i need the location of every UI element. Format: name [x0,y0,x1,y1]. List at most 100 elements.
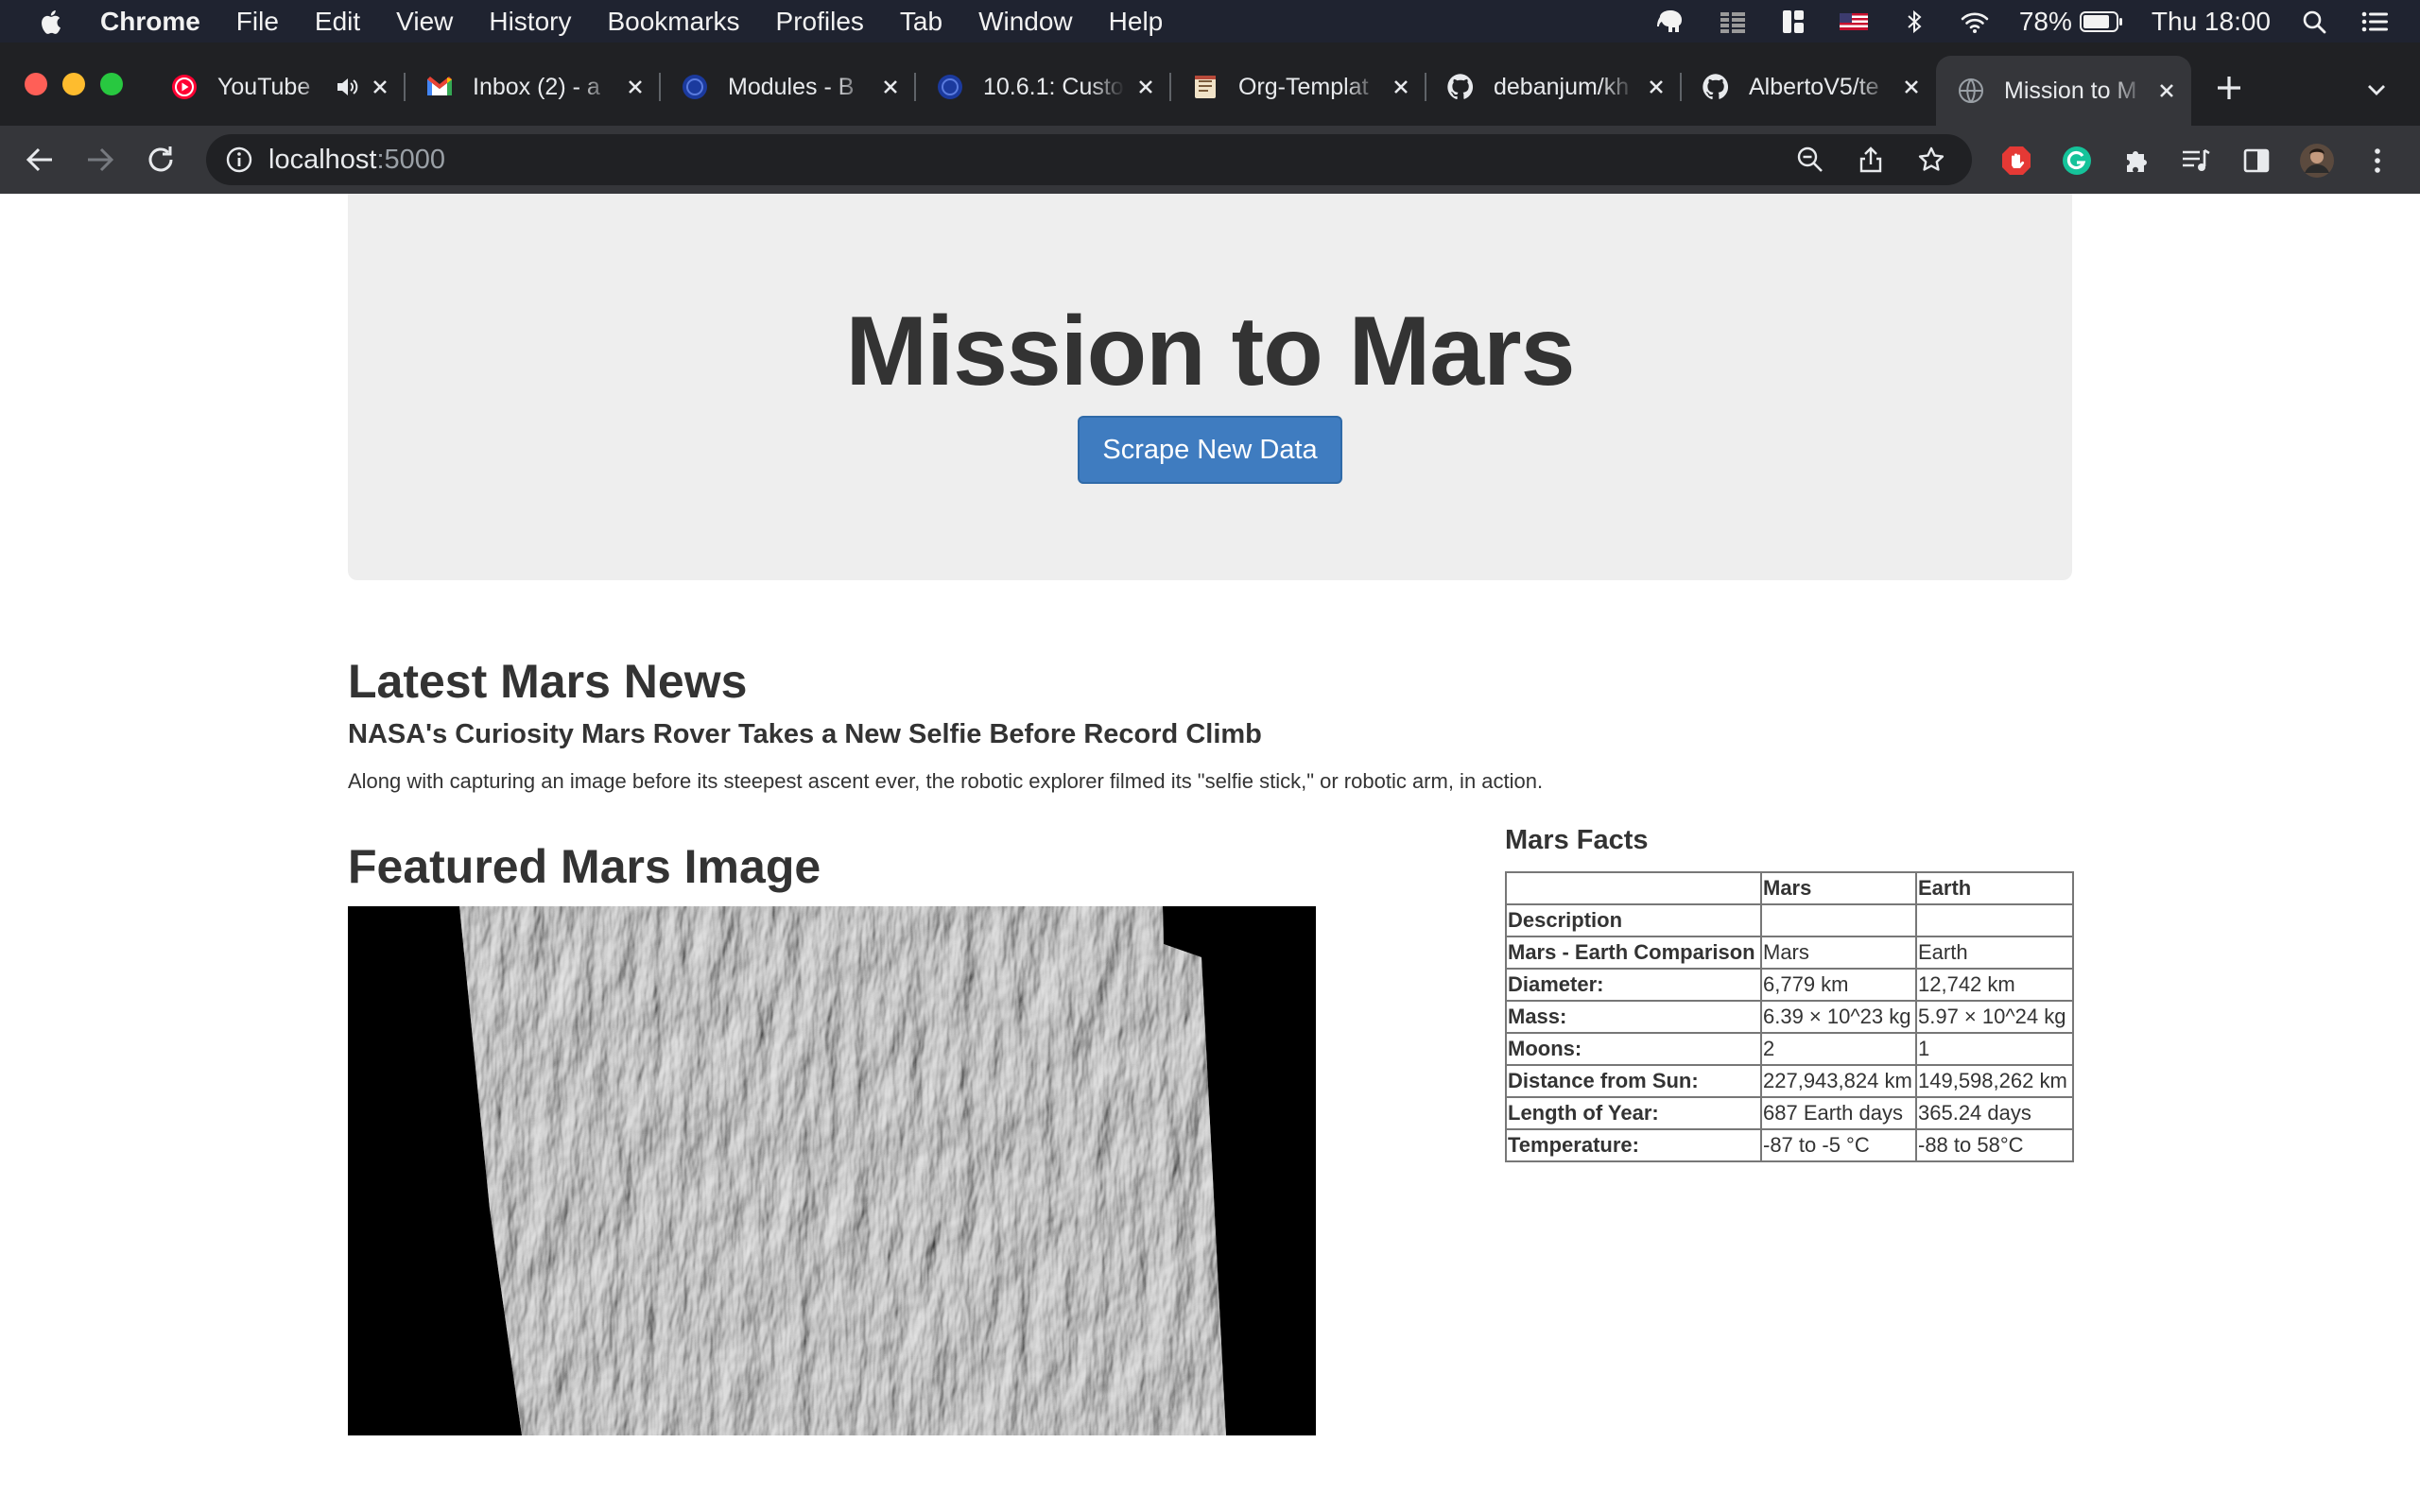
wifi-icon[interactable] [1959,9,1991,34]
table-row: Mars - Earth Comparison Mars Earth [1505,936,2074,970]
menu-tab[interactable]: Tab [900,7,942,37]
forward-button[interactable] [83,143,117,177]
adblock-extension[interactable] [1998,143,2034,179]
side-panel-icon [2243,148,2270,173]
back-button[interactable] [23,143,57,177]
menu-bookmarks[interactable]: Bookmarks [607,7,739,37]
url-text[interactable]: localhost:5000 [268,145,445,176]
table-cell: 6,779 km [1760,968,1917,1002]
close-icon[interactable] [1388,74,1414,100]
chrome-menu-button[interactable] [2360,143,2395,179]
table-cell: 227,943,824 km [1760,1064,1917,1098]
window-close-button[interactable] [25,73,47,95]
window-minimize-button[interactable] [62,73,85,95]
github-icon [1702,73,1730,101]
tab-github-albertov5[interactable]: AlbertoV5/te [1681,60,1936,114]
more-vertical-icon [2375,148,2380,173]
close-icon[interactable] [877,74,904,100]
tab-search-button[interactable] [2360,73,2394,107]
tab-mission-to-mars[interactable]: Mission to M [1936,56,2191,126]
close-icon[interactable] [1643,74,1669,100]
puzzle-icon [2127,151,2147,172]
featured-mars-image [348,906,1316,1435]
scrape-button[interactable]: Scrape New Data [1078,416,1342,484]
menu-view[interactable]: View [396,7,453,37]
tab-modules[interactable]: Modules - B [660,60,916,114]
info-icon[interactable] [225,146,253,174]
web-page: Mission to Mars Scrape New Data Latest M… [0,194,2420,1512]
document-icon [1191,73,1219,101]
battery-icon [2079,10,2122,32]
window-zoom-button[interactable] [100,73,123,95]
table-cell: 6.39 × 10^23 kg [1760,1000,1917,1034]
menu-file[interactable]: File [236,7,279,37]
zoom-icon[interactable] [1796,146,1824,174]
menu-edit[interactable]: Edit [315,7,360,37]
tab-custom[interactable]: 10.6.1: Custo [915,60,1171,114]
macos-menu-bar: Chrome File Edit View History Bookmarks … [0,0,2420,43]
share-icon[interactable] [1857,146,1885,174]
tab-title: debanjum/kh [1494,73,1630,100]
tab-youtube[interactable]: YouTube [149,60,406,114]
table-cell: 687 Earth days [1760,1096,1917,1130]
tab-title: Modules - B [728,73,855,100]
arrow-left-icon [26,147,52,172]
table-header-cell: Earth [1915,871,2074,905]
close-icon[interactable] [1898,74,1925,100]
us-flag-icon[interactable] [1838,9,1870,34]
speaker-icon[interactable] [335,75,359,99]
table-header-row: Mars Earth [1505,871,2074,905]
control-center-icon[interactable] [2360,9,2392,34]
tab-gmail[interactable]: Inbox (2) - a [405,60,661,114]
reload-button[interactable] [144,143,178,177]
menu-window[interactable]: Window [978,7,1073,37]
window-layout-icon[interactable] [1777,9,1809,34]
battery-status[interactable]: 78% [2019,7,2123,37]
table-cell: -87 to -5 °C [1760,1128,1917,1162]
news-title: NASA's Curiosity Mars Rover Takes a New … [348,719,1262,749]
clock[interactable]: Thu 18:00 [2152,7,2271,37]
table-row: Distance from Sun: 227,943,824 km 149,59… [1505,1064,2074,1098]
table-row: Mass: 6.39 × 10^23 kg 5.97 × 10^24 kg [1505,1000,2074,1034]
news-heading: Latest Mars News [348,655,748,708]
table-row: Temperature: -87 to -5 °C -88 to 58°C [1505,1128,2074,1162]
side-panel-button[interactable] [2238,143,2274,179]
bookmark-star-icon[interactable] [1917,146,1945,174]
close-icon[interactable] [622,74,648,100]
close-icon[interactable] [367,74,393,100]
new-tab-button[interactable] [2212,71,2246,105]
table-row: Length of Year: 687 Earth days 365.24 da… [1505,1096,2074,1130]
mars-facts-heading: Mars Facts [1505,825,1649,855]
address-bar[interactable]: localhost:5000 [206,134,1972,185]
tab-title: 10.6.1: Custo [983,73,1124,100]
close-icon[interactable] [1132,74,1159,100]
news-paragraph: Along with capturing an image before its… [348,769,1544,793]
table-cell: 1 [1915,1032,2074,1066]
menu-chrome[interactable]: Chrome [100,7,200,37]
avatar [2300,144,2334,178]
menu-profiles[interactable]: Profiles [776,7,864,37]
table-row-label: Mars - Earth Comparison [1505,936,1762,970]
media-control-button[interactable] [2178,143,2214,179]
extensions-button[interactable] [2119,143,2155,179]
tab-title: AlbertoV5/te [1749,73,1879,100]
apple-logo-icon[interactable] [38,8,66,36]
bluetooth-icon[interactable] [1898,9,1930,34]
playlist-icon [2183,148,2210,171]
grammarly-icon [2063,146,2091,175]
menu-history[interactable]: History [489,7,571,37]
profile-button[interactable] [2299,143,2335,179]
table-cell: Earth [1915,936,2074,970]
elephant-icon[interactable] [1656,9,1688,34]
close-icon[interactable] [2153,77,2180,104]
spotlight-search-icon[interactable] [2299,9,2331,34]
menu-help[interactable]: Help [1109,7,1164,37]
table-row-label: Moons: [1505,1032,1762,1066]
table-row-label: Temperature: [1505,1128,1762,1162]
columns-icon[interactable] [1717,9,1749,34]
tab-github-debanjum[interactable]: debanjum/kh [1426,60,1682,114]
tab-org-template[interactable]: Org-Templat [1170,60,1426,114]
grammarly-extension[interactable] [2059,143,2095,179]
mars-facts-table: Mars Earth Description Mars - Earth Comp… [1505,871,2074,1162]
url-port: :5000 [376,144,446,175]
